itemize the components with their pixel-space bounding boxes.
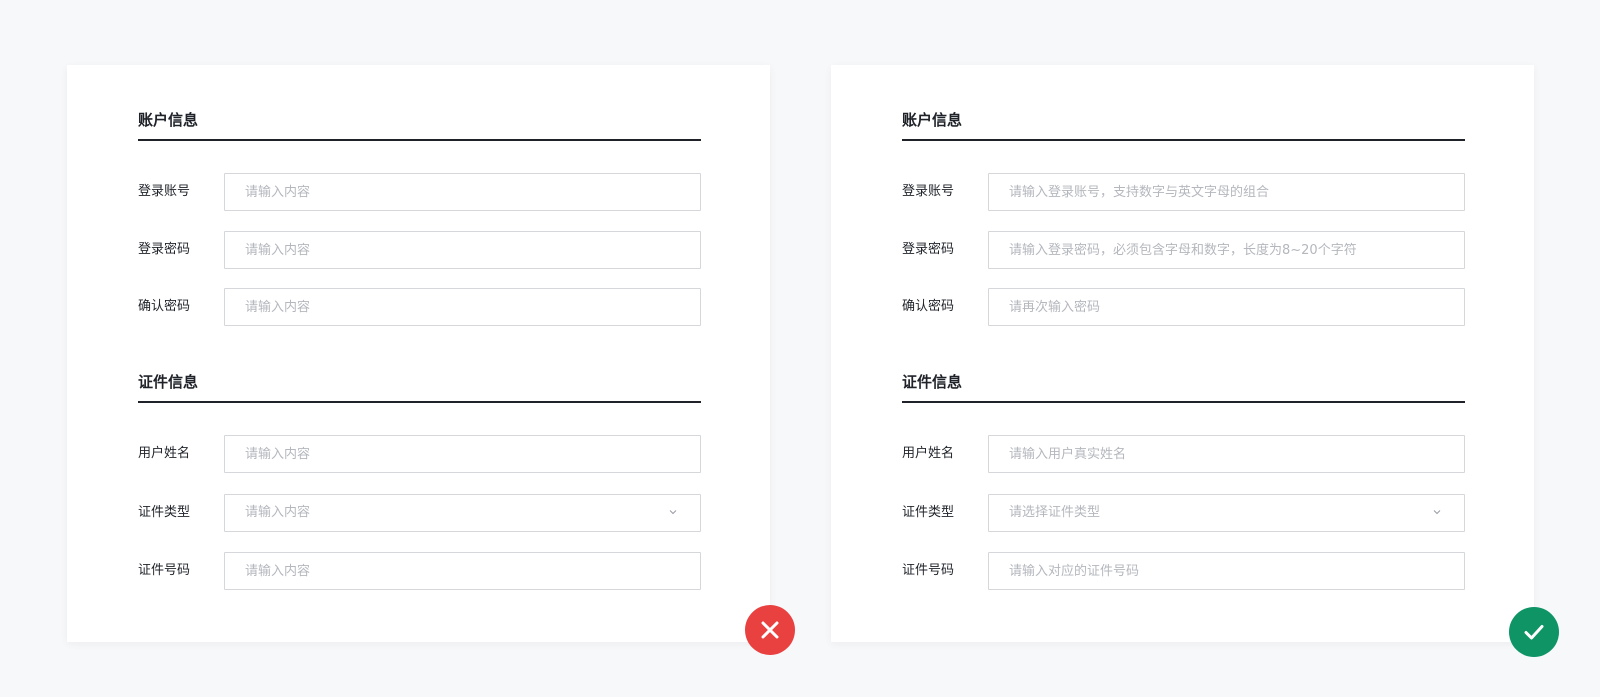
login-account-input[interactable] bbox=[224, 173, 701, 211]
certificate-type-placeholder: 请选择证件类型 bbox=[1009, 505, 1101, 520]
certificate-section-title: 证件信息 bbox=[902, 373, 963, 391]
login-password-input[interactable] bbox=[224, 231, 701, 269]
certificate-section-divider bbox=[138, 401, 701, 403]
correct-badge bbox=[1509, 607, 1559, 657]
certificate-number-input[interactable] bbox=[988, 552, 1465, 590]
login-account-input[interactable] bbox=[988, 173, 1465, 211]
confirm-password-input[interactable] bbox=[988, 288, 1465, 326]
wrong-example-card: 账户信息 登录账号 登录密码 确认密码 证件信息 用户姓名 证件类型 请输入内容… bbox=[67, 65, 770, 642]
certificate-type-label: 证件类型 bbox=[138, 505, 191, 520]
certificate-type-select[interactable]: 请输入内容 bbox=[224, 494, 701, 532]
account-section-title: 账户信息 bbox=[902, 111, 963, 129]
certificate-number-input[interactable] bbox=[224, 552, 701, 590]
user-name-label: 用户姓名 bbox=[902, 446, 955, 461]
certificate-type-label: 证件类型 bbox=[902, 505, 955, 520]
certificate-section-title: 证件信息 bbox=[138, 373, 199, 391]
chevron-down-icon bbox=[669, 510, 677, 515]
confirm-password-label: 确认密码 bbox=[902, 299, 955, 314]
confirm-password-label: 确认密码 bbox=[138, 299, 191, 314]
user-name-input[interactable] bbox=[988, 435, 1465, 473]
right-example-card: 账户信息 登录账号 登录密码 确认密码 证件信息 用户姓名 证件类型 请选择证件… bbox=[831, 65, 1534, 642]
login-password-label: 登录密码 bbox=[902, 242, 955, 257]
account-section-divider bbox=[138, 139, 701, 141]
account-section-title: 账户信息 bbox=[138, 111, 199, 129]
certificate-number-label: 证件号码 bbox=[138, 563, 191, 578]
close-icon bbox=[761, 621, 779, 639]
chevron-down-icon bbox=[1433, 510, 1441, 515]
certificate-type-placeholder: 请输入内容 bbox=[245, 505, 311, 520]
wrong-badge bbox=[745, 605, 795, 655]
user-name-label: 用户姓名 bbox=[138, 446, 191, 461]
user-name-input[interactable] bbox=[224, 435, 701, 473]
login-account-label: 登录账号 bbox=[902, 184, 955, 199]
certificate-section-divider bbox=[902, 401, 1465, 403]
certificate-number-label: 证件号码 bbox=[902, 563, 955, 578]
login-account-label: 登录账号 bbox=[138, 184, 191, 199]
account-section-divider bbox=[902, 139, 1465, 141]
check-icon bbox=[1524, 625, 1544, 640]
login-password-label: 登录密码 bbox=[138, 242, 191, 257]
confirm-password-input[interactable] bbox=[224, 288, 701, 326]
certificate-type-select[interactable]: 请选择证件类型 bbox=[988, 494, 1465, 532]
login-password-input[interactable] bbox=[988, 231, 1465, 269]
